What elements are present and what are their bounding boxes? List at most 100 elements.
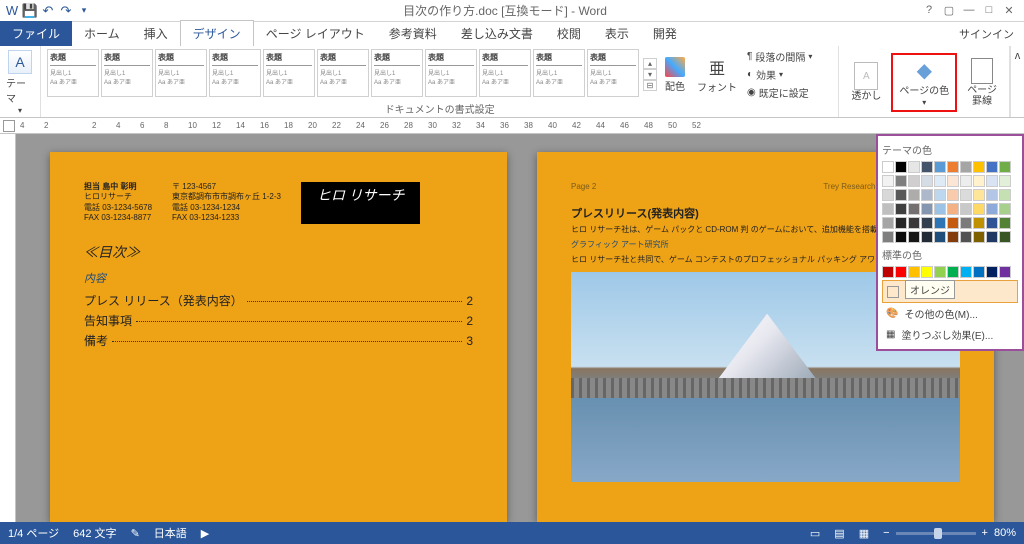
gallery-item[interactable]: 表題見出し1Aa あア亜 [209, 49, 261, 97]
style-gallery[interactable]: 表題見出し1Aa あア亜表題見出し1Aa あア亜表題見出し1Aa あア亜表題見出… [47, 49, 639, 101]
color-swatch[interactable] [947, 203, 959, 215]
color-swatch[interactable] [895, 203, 907, 215]
color-swatch[interactable] [960, 189, 972, 201]
color-swatch[interactable] [973, 189, 985, 201]
color-swatch[interactable] [882, 189, 894, 201]
colors-button[interactable]: 配色 [661, 55, 689, 95]
redo-icon[interactable]: ↷ [58, 3, 74, 19]
set-default[interactable]: ◉既定に設定 [745, 84, 814, 101]
tab-developer[interactable]: 開発 [641, 21, 689, 46]
color-swatch[interactable] [960, 231, 972, 243]
gallery-item[interactable]: 表題見出し1Aa あア亜 [101, 49, 153, 97]
color-swatch[interactable] [973, 175, 985, 187]
themes-button[interactable]: A テーマ ▾ [6, 50, 34, 115]
color-swatch[interactable] [921, 266, 933, 278]
gallery-item[interactable]: 表題見出し1Aa あア亜 [533, 49, 585, 97]
color-swatch[interactable] [947, 189, 959, 201]
fill-effects-item[interactable]: ▦塗りつぶし効果(E)... [882, 324, 1018, 345]
color-swatch[interactable] [882, 231, 894, 243]
color-swatch[interactable] [986, 189, 998, 201]
color-swatch[interactable] [986, 266, 998, 278]
view-web-icon[interactable]: ▦ [859, 527, 869, 540]
color-swatch[interactable] [895, 231, 907, 243]
fonts-button[interactable]: 亜フォント [693, 54, 741, 96]
color-swatch[interactable] [947, 175, 959, 187]
color-swatch[interactable] [895, 175, 907, 187]
undo-icon[interactable]: ↶ [40, 3, 56, 19]
gallery-item[interactable]: 表題見出し1Aa あア亜 [371, 49, 423, 97]
color-swatch[interactable] [934, 266, 946, 278]
ribbon-options-icon[interactable]: ▢ [940, 4, 958, 17]
tab-view[interactable]: 表示 [593, 21, 641, 46]
status-lang[interactable]: 日本語 [154, 525, 187, 541]
gallery-item[interactable]: 表題見出し1Aa あア亜 [587, 49, 639, 97]
color-swatch[interactable] [908, 217, 920, 229]
gallery-item[interactable]: 表題見出し1Aa あア亜 [317, 49, 369, 97]
color-swatch[interactable] [973, 217, 985, 229]
help-icon[interactable]: ? [920, 4, 938, 17]
color-swatch[interactable] [921, 175, 933, 187]
status-page[interactable]: 1/4 ページ [8, 525, 59, 541]
color-swatch[interactable] [973, 203, 985, 215]
tab-selector[interactable] [3, 120, 15, 132]
watermark-button[interactable]: A透かし [845, 60, 887, 104]
vertical-ruler[interactable] [0, 134, 16, 522]
color-swatch[interactable] [882, 217, 894, 229]
zoom-control[interactable]: − + 80% [883, 527, 1016, 539]
color-swatch[interactable] [947, 217, 959, 229]
color-swatch[interactable] [999, 217, 1011, 229]
color-swatch[interactable] [921, 161, 933, 173]
color-swatch[interactable] [934, 175, 946, 187]
tab-review[interactable]: 校閲 [545, 21, 593, 46]
gallery-scroll[interactable]: ▴▾⊟ [643, 58, 657, 91]
color-swatch[interactable] [908, 203, 920, 215]
status-words[interactable]: 642 文字 [73, 525, 116, 541]
color-swatch[interactable] [986, 203, 998, 215]
color-swatch[interactable] [934, 217, 946, 229]
tab-layout[interactable]: ページ レイアウト [254, 21, 377, 46]
signin-link[interactable]: サインイン [949, 22, 1024, 46]
color-swatch[interactable] [960, 266, 972, 278]
color-swatch[interactable] [973, 266, 985, 278]
page-color-button[interactable]: ◆ページの色▾ [891, 53, 957, 112]
color-swatch[interactable] [908, 266, 920, 278]
color-swatch[interactable] [999, 203, 1011, 215]
tab-references[interactable]: 参考資料 [377, 21, 449, 46]
close-icon[interactable]: ✕ [1000, 4, 1018, 17]
color-swatch[interactable] [921, 189, 933, 201]
color-swatch[interactable] [934, 161, 946, 173]
color-swatch[interactable] [947, 161, 959, 173]
color-swatch[interactable] [960, 175, 972, 187]
color-swatch[interactable] [947, 266, 959, 278]
zoom-out-icon[interactable]: − [883, 527, 889, 539]
color-swatch[interactable] [908, 161, 920, 173]
color-swatch[interactable] [895, 266, 907, 278]
color-swatch[interactable] [999, 266, 1011, 278]
color-swatch[interactable] [921, 217, 933, 229]
gallery-item[interactable]: 表題見出し1Aa あア亜 [155, 49, 207, 97]
color-swatch[interactable] [895, 189, 907, 201]
minimize-icon[interactable]: — [960, 4, 978, 17]
zoom-slider[interactable] [896, 532, 976, 535]
tab-file[interactable]: ファイル [0, 21, 72, 46]
color-swatch[interactable] [882, 203, 894, 215]
color-swatch[interactable] [908, 189, 920, 201]
color-swatch[interactable] [934, 231, 946, 243]
color-swatch[interactable] [934, 189, 946, 201]
tab-home[interactable]: ホーム [72, 21, 132, 46]
color-swatch[interactable] [986, 231, 998, 243]
color-swatch[interactable] [960, 161, 972, 173]
color-swatch[interactable] [908, 231, 920, 243]
zoom-value[interactable]: 80% [994, 527, 1016, 539]
color-swatch[interactable] [947, 231, 959, 243]
paragraph-spacing[interactable]: ¶段落の間隔▾ [745, 48, 814, 65]
color-swatch[interactable] [882, 161, 894, 173]
color-swatch[interactable] [973, 231, 985, 243]
tab-design[interactable]: デザイン [180, 20, 254, 46]
color-swatch[interactable] [960, 217, 972, 229]
horizontal-ruler[interactable]: 4224681012141618202224262830323436384042… [0, 118, 1024, 134]
color-swatch[interactable] [999, 189, 1011, 201]
color-swatch[interactable] [908, 175, 920, 187]
color-swatch[interactable] [882, 175, 894, 187]
color-swatch[interactable] [895, 217, 907, 229]
